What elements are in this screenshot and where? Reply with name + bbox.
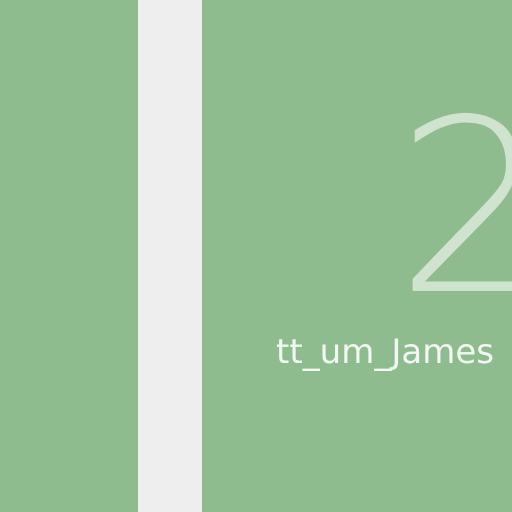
screen: 2 tt_um_James	[0, 0, 512, 512]
divider-strip	[138, 0, 202, 512]
username-label: tt_um_James	[276, 332, 494, 372]
big-number: 2	[396, 68, 512, 348]
